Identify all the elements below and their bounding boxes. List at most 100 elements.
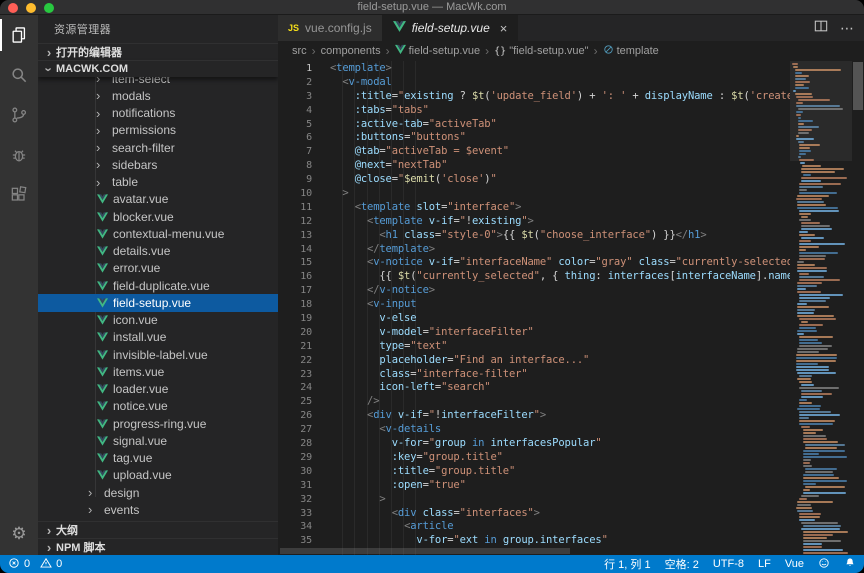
tree-item-notice-vue[interactable]: notice.vue [38, 398, 278, 415]
code-line-7[interactable]: 7 @tab="activeTab = $event" [278, 145, 864, 159]
tree-item-invisible-label-vue[interactable]: invisible-label.vue [38, 346, 278, 363]
breadcrumb-template[interactable]: template [603, 44, 659, 58]
tree-item-label: field-duplicate.vue [113, 279, 210, 293]
tree-item-notifications[interactable]: ›notifications [38, 105, 278, 122]
tree-item-permissions[interactable]: ›permissions [38, 122, 278, 139]
code-line-5[interactable]: 5 :active-tab="activeTab" [278, 118, 864, 132]
code-line-25[interactable]: 25 /> [278, 395, 864, 409]
vue-file-icon [96, 229, 109, 239]
tree-item-field-duplicate-vue[interactable]: field-duplicate.vue [38, 277, 278, 294]
status-indentation[interactable]: 空格: 2 [665, 556, 699, 572]
code-line-18[interactable]: 18 <v-input [278, 298, 864, 312]
code-line-27[interactable]: 27 <v-details [278, 423, 864, 437]
tab-vue-config-js[interactable]: JSvue.config.js [278, 15, 383, 41]
minimap[interactable] [790, 61, 852, 555]
tree-item-avatar-vue[interactable]: avatar.vue [38, 191, 278, 208]
tree-item-search-filter[interactable]: ›search-filter [38, 139, 278, 156]
horizontal-scrollbar[interactable] [278, 547, 790, 555]
code-line-16[interactable]: 16 {{ $t("currently_selected", { thing: … [278, 270, 864, 284]
title-bar[interactable]: field-setup.vue — MacWk.com [0, 0, 864, 15]
search-icon[interactable] [0, 55, 38, 95]
code-line-4[interactable]: 4 :tabs="tabs" [278, 104, 864, 118]
tree-item-contextual-menu-vue[interactable]: contextual-menu.vue [38, 225, 278, 242]
npm-scripts-section[interactable]: › NPM 脚本 [38, 538, 278, 555]
split-editor-icon[interactable] [814, 19, 828, 38]
tree-item-events[interactable]: ›events [38, 501, 278, 518]
code-line-6[interactable]: 6 :buttons="buttons" [278, 131, 864, 145]
tree-item-error-vue[interactable]: error.vue [38, 260, 278, 277]
open-editors-section[interactable]: › 打开的编辑器 [38, 43, 278, 60]
tab-field-setup-vue[interactable]: field-setup.vue× [383, 15, 519, 41]
breadcrumb-components[interactable]: components [321, 45, 381, 57]
debug-icon[interactable] [0, 135, 38, 175]
code-line-34[interactable]: 34 <article [278, 520, 864, 534]
tree-item-modals[interactable]: ›modals [38, 87, 278, 104]
code-line-10[interactable]: 10 > [278, 187, 864, 201]
code-line-13[interactable]: 13 <h1 class="style-0">{{ $t("choose_int… [278, 229, 864, 243]
code-line-9[interactable]: 9 @close="$emit('close')" [278, 173, 864, 187]
tree-item-loader-vue[interactable]: loader.vue [38, 381, 278, 398]
breadcrumb--field-setup-vue-[interactable]: {}"field-setup.vue" [494, 45, 588, 57]
code-line-20[interactable]: 20 v-model="interfaceFilter" [278, 326, 864, 340]
status-notifications-bell[interactable] [844, 557, 856, 572]
code-line-30[interactable]: 30 :title="group.title" [278, 465, 864, 479]
tree-item-items-vue[interactable]: items.vue [38, 363, 278, 380]
tree-item-progress-ring-vue[interactable]: progress-ring.vue [38, 415, 278, 432]
errors-count[interactable]: 0 [8, 557, 30, 572]
settings-gear-icon[interactable]: ⚙ [0, 513, 38, 553]
tree-item-item-select[interactable]: ›item-select [38, 77, 278, 87]
project-section[interactable]: › MACWK.COM [38, 60, 278, 77]
code-line-32[interactable]: 32 > [278, 493, 864, 507]
status-cursor-position[interactable]: 行 1, 列 1 [604, 556, 650, 572]
code-line-8[interactable]: 8 @next="nextTab" [278, 159, 864, 173]
code-line-17[interactable]: 17 </v-notice> [278, 284, 864, 298]
tree-item-install-vue[interactable]: install.vue [38, 329, 278, 346]
code-line-23[interactable]: 23 class="interface-filter" [278, 368, 864, 382]
code-line-22[interactable]: 22 placeholder="Find an interface..." [278, 354, 864, 368]
code-line-15[interactable]: 15 <v-notice v-if="interfaceName" color=… [278, 256, 864, 270]
tree-item-table[interactable]: ›table [38, 174, 278, 191]
code-line-29[interactable]: 29 :key="group.title" [278, 451, 864, 465]
extensions-icon[interactable] [0, 175, 38, 215]
tree-item-sidebars[interactable]: ›sidebars [38, 156, 278, 173]
horizontal-scrollbar-thumb[interactable] [280, 548, 570, 554]
code-line-31[interactable]: 31 :open="true" [278, 479, 864, 493]
code-line-26[interactable]: 26 <div v-if="!interfaceFilter"> [278, 409, 864, 423]
breadcrumb-src[interactable]: src [292, 45, 307, 57]
code-line-11[interactable]: 11 <template slot="interface"> [278, 201, 864, 215]
warnings-count[interactable]: 0 [40, 557, 62, 572]
tree-item-icon-vue[interactable]: icon.vue [38, 312, 278, 329]
code-line-21[interactable]: 21 type="text" [278, 340, 864, 354]
code-line-28[interactable]: 28 v-for="group in interfacesPopular" [278, 437, 864, 451]
code-text: type="text" [330, 340, 447, 354]
tree-item-design[interactable]: ›design [38, 484, 278, 501]
status-eol[interactable]: LF [758, 558, 771, 570]
code-line-12[interactable]: 12 <template v-if="!existing"> [278, 215, 864, 229]
tree-item-upload-vue[interactable]: upload.vue [38, 467, 278, 484]
code-line-19[interactable]: 19 v-else [278, 312, 864, 326]
code-line-1[interactable]: 1<template> [278, 62, 864, 76]
tree-item-tag-vue[interactable]: tag.vue [38, 450, 278, 467]
code-line-33[interactable]: 33 <div class="interfaces"> [278, 507, 864, 521]
line-number: 2 [278, 76, 312, 90]
close-tab-icon[interactable]: × [500, 22, 508, 35]
breadcrumb-field-setup-vue[interactable]: field-setup.vue [395, 44, 481, 58]
outline-section[interactable]: › 大纲 [38, 521, 278, 538]
explorer-icon[interactable] [0, 15, 38, 55]
tree-item-blocker-vue[interactable]: blocker.vue [38, 208, 278, 225]
tree-item-field-setup-vue[interactable]: field-setup.vue [38, 294, 278, 311]
vertical-scrollbar[interactable] [852, 61, 864, 555]
source-control-icon[interactable] [0, 95, 38, 135]
status-feedback-smiley[interactable] [818, 557, 830, 572]
tree-item-signal-vue[interactable]: signal.vue [38, 432, 278, 449]
status-encoding[interactable]: UTF-8 [713, 558, 744, 570]
more-actions-icon[interactable]: ⋯ [840, 21, 854, 35]
code-line-3[interactable]: 3 :title="existing ? $t('update_field') … [278, 90, 864, 104]
code-line-24[interactable]: 24 icon-left="search" [278, 381, 864, 395]
code-line-14[interactable]: 14 </template> [278, 243, 864, 257]
vertical-scrollbar-thumb[interactable] [853, 62, 863, 110]
code-line-2[interactable]: 2 <v-modal [278, 76, 864, 90]
status-language-mode[interactable]: Vue [785, 558, 804, 570]
code-editor[interactable]: 1<template>2 <v-modal3 :title="existing … [278, 61, 864, 555]
tree-item-details-vue[interactable]: details.vue [38, 243, 278, 260]
